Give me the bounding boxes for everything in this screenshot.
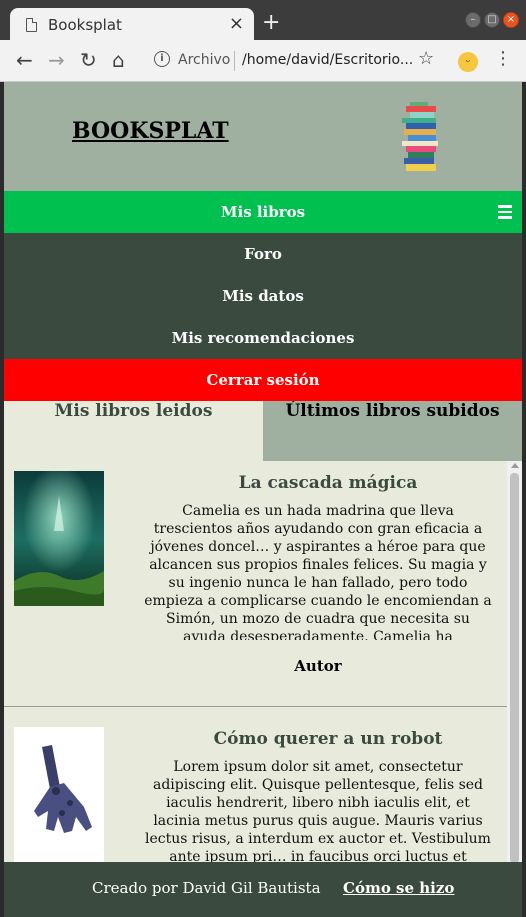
divider [234,51,235,71]
page: BOOKSPLAT Mis libros Foro Mis datos Mis … [4,82,522,917]
footer-credit: Creado por David Gil Bautista [92,879,321,897]
new-tab-button[interactable]: + [262,10,280,35]
url-text[interactable]: /home/david/Escritorio... [242,52,413,68]
book-list: La cascada mágica Camelia es un hada mad… [4,461,522,863]
how-it-was-made-link[interactable]: Cómo se hizo [343,879,454,897]
main-nav: Mis libros Foro Mis datos Mis recomendac… [4,191,522,401]
nav-foro-label: Foro [244,245,282,263]
home-icon[interactable]: ⌂ [112,48,125,72]
tab-strip: Booksplat × + – □ × [0,0,526,42]
nav-mis-datos-label: Mis datos [222,287,304,305]
book-description: Camelia es un hada madrina que lleva tre… [144,503,492,640]
nav-mis-libros[interactable]: Mis libros [4,191,522,233]
book-description: Lorem ipsum dolor sit amet, consectetur … [145,759,491,863]
reload-icon[interactable]: ↻ [80,48,97,72]
book-stack-icon [402,102,438,171]
info-icon[interactable]: i [154,51,170,67]
tab-title: Booksplat [48,16,122,34]
book-card: La cascada mágica Camelia es un hada mad… [4,461,507,707]
forward-icon[interactable]: → [48,48,65,72]
nav-mis-recomendaciones[interactable]: Mis recomendaciones [4,317,522,359]
page-icon [26,18,37,32]
minimize-button[interactable]: – [465,12,481,28]
nav-mis-datos[interactable]: Mis datos [4,275,522,317]
book-title[interactable]: La cascada mágica [144,473,512,493]
book-author: Autor [294,657,342,675]
book-title[interactable]: Cómo querer a un robot [144,729,512,749]
profile-emoji-icon[interactable]: ᵕ [458,52,478,72]
book-card: Cómo querer a un robot Lorem ipsum dolor… [4,707,507,863]
nav-mis-recomendaciones-label: Mis recomendaciones [171,329,355,347]
back-icon[interactable]: ← [16,48,33,72]
book-tabs: Mis libros leidos Últimos libros subidos [4,401,522,461]
close-tab-icon[interactable]: × [229,13,244,34]
nav-foro[interactable]: Foro [4,233,522,275]
logout-button[interactable]: Cerrar sesión [4,359,522,401]
browser-tab[interactable]: Booksplat × [10,8,254,42]
list-scrollbar[interactable] [507,461,522,863]
site-footer: Creado por David Gil Bautista Cómo se hi… [4,862,522,917]
hamburger-menu-icon[interactable] [498,205,512,222]
address-bar[interactable]: i Archivo /home/david/Escritorio... [146,46,446,76]
book-cover-image[interactable] [14,471,104,606]
brand-logo-link[interactable]: BOOKSPLAT [72,118,229,144]
logout-label: Cerrar sesión [206,371,320,389]
maximize-button[interactable]: □ [484,12,500,28]
browser-window: Booksplat × + – □ × ← → ↻ ⌂ i Archivo /h… [0,0,526,82]
site-header: BOOKSPLAT [4,82,522,191]
close-window-button[interactable]: × [503,12,519,28]
browser-toolbar: ← → ↻ ⌂ i Archivo /home/david/Escritorio… [0,40,526,82]
tab-ultimos-libros-subidos[interactable]: Últimos libros subidos [263,401,522,461]
book-cover-image[interactable] [14,727,104,862]
bookmark-star-icon[interactable]: ☆ [418,48,434,69]
scheme-label: Archivo [178,52,231,68]
scrollbar-thumb[interactable] [510,473,519,863]
browser-menu-icon[interactable]: ⋮ [494,48,512,69]
nav-mis-libros-label: Mis libros [220,203,306,221]
scroll-up-arrow-icon[interactable] [511,463,519,468]
tab-mis-libros-leidos[interactable]: Mis libros leidos [4,401,263,461]
